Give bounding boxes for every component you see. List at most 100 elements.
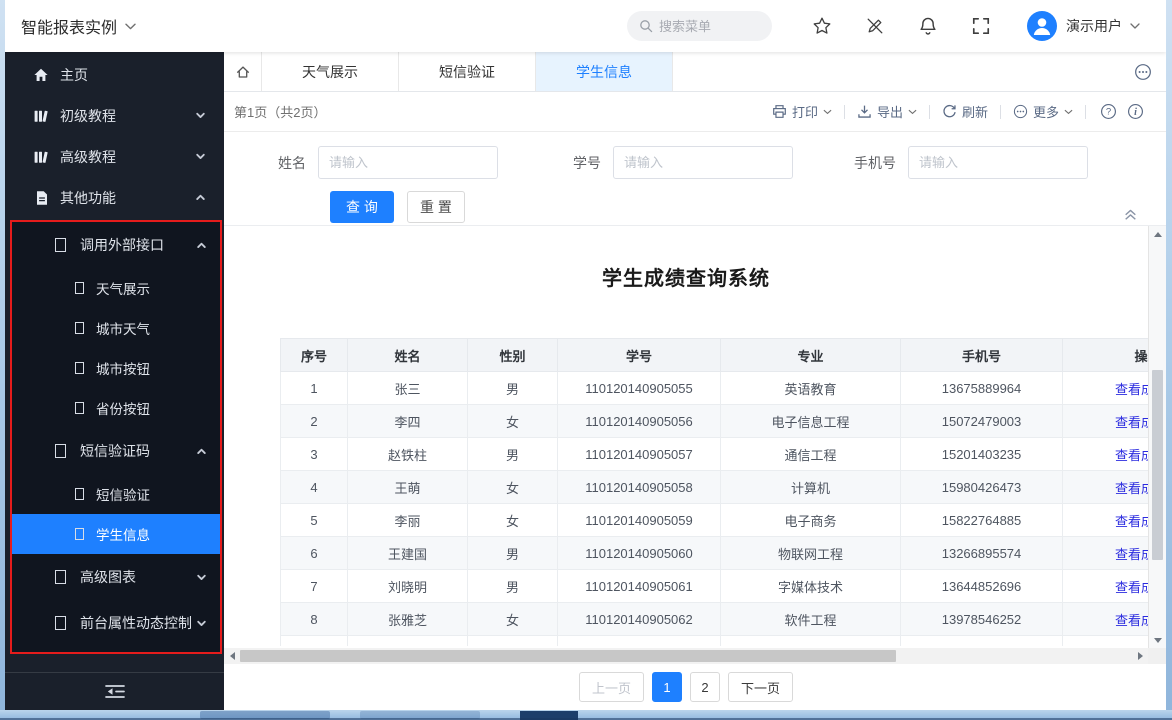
chevron-down-icon — [1130, 23, 1140, 29]
table-cell: 15072479003 — [900, 404, 1063, 438]
export-label: 导出 — [876, 105, 903, 120]
reset-button[interactable]: 重 置 — [407, 191, 465, 223]
next-page-button[interactable]: 下一页 — [728, 672, 794, 702]
filter-buttons: 查 询 重 置 — [330, 191, 465, 223]
user-menu[interactable]: 演示用户 — [1027, 11, 1140, 41]
chevron-down-icon — [125, 23, 136, 30]
page-button-2[interactable]: 2 — [690, 672, 720, 702]
table-cell: 110120140905057 — [557, 437, 721, 471]
sidebar-item-advanced-charts[interactable]: 高级图表 — [12, 554, 220, 600]
chevron-up-icon — [196, 240, 207, 251]
help-button[interactable]: ? — [1100, 103, 1117, 120]
report-toolbar: 第1页（共2页） 打印 导出 刷新 更多 ? i — [224, 92, 1166, 132]
sidebar-item-weather-display[interactable]: 天气展示 — [12, 268, 220, 308]
sidebar-item-label: 短信验证码 — [80, 443, 150, 459]
notification-bell-icon[interactable] — [918, 16, 938, 36]
table-cell: 软件工程 — [720, 602, 901, 636]
sidebar-item-sms-code[interactable]: 短信验证码 — [12, 428, 220, 474]
chevron-up-icon — [196, 446, 207, 457]
sidebar-item-sms-verify[interactable]: 短信验证 — [12, 474, 220, 514]
scroll-down-arrow[interactable] — [1149, 632, 1166, 648]
vertical-scroll-thumb[interactable] — [1152, 370, 1163, 560]
printer-icon — [772, 104, 787, 119]
refresh-button[interactable]: 刷新 — [942, 102, 988, 121]
tab-more-button[interactable] — [1134, 63, 1152, 81]
table-cell — [467, 635, 558, 646]
fullscreen-icon[interactable] — [971, 16, 991, 36]
table-cell: 15822764885 — [900, 503, 1063, 537]
pencil-slash-icon[interactable] — [865, 16, 885, 36]
tab-home[interactable] — [224, 52, 262, 91]
table-row: 5李丽女110120140905059电子商务15822764885查看成绩单 — [280, 503, 1166, 537]
table-cell: 110120140905059 — [557, 503, 721, 537]
table-cell: 110120140905062 — [557, 602, 721, 636]
sidebar-item-province-button[interactable]: 省份按钮 — [12, 388, 220, 428]
chevron-down-icon — [1064, 109, 1073, 115]
menu-search[interactable] — [627, 11, 772, 41]
table-cell: 1 — [280, 371, 348, 405]
sidebar-item-frontend-dynamic-control[interactable]: 前台属性动态控制 — [12, 600, 220, 646]
tab-student-info[interactable]: 学生信息 — [536, 52, 673, 91]
sidebar-item-advanced-tutorial[interactable]: 高级教程 — [5, 136, 224, 177]
divider — [843, 104, 845, 119]
tab-weather-display[interactable]: 天气展示 — [262, 52, 399, 91]
table-cell: 男 — [467, 569, 558, 603]
student-no-input[interactable] — [613, 146, 793, 179]
scroll-up-arrow[interactable] — [1149, 226, 1166, 242]
sidebar-item-label: 高级教程 — [60, 148, 116, 165]
sidebar-item-other-functions[interactable]: 其他功能 — [5, 177, 224, 218]
horizontal-scroll-thumb[interactable] — [240, 650, 896, 662]
placeholder-box-icon — [75, 402, 84, 414]
divider — [928, 104, 930, 119]
search-button[interactable]: 查 询 — [330, 191, 394, 223]
scroll-left-arrow[interactable] — [224, 648, 240, 664]
sidebar-item-external-api[interactable]: 调用外部接口 — [12, 222, 220, 268]
search-input[interactable] — [659, 18, 759, 34]
page-button-1[interactable]: 1 — [652, 672, 682, 702]
tab-sms-verify[interactable]: 短信验证 — [399, 52, 536, 91]
export-button[interactable]: 导出 — [857, 102, 917, 121]
more-button[interactable]: 更多 — [1013, 102, 1073, 121]
print-button[interactable]: 打印 — [772, 102, 832, 121]
ellipsis-circle-icon — [1013, 104, 1028, 119]
info-button[interactable]: i — [1127, 103, 1144, 120]
home-outline-icon — [235, 64, 251, 80]
scroll-right-arrow[interactable] — [1132, 648, 1148, 664]
phone-input[interactable] — [908, 146, 1088, 179]
sidebar-item-city-button[interactable]: 城市按钮 — [12, 348, 220, 388]
collapse-panel-icon[interactable] — [1123, 208, 1138, 221]
app-switcher[interactable]: 智能报表实例 — [21, 14, 136, 38]
column-header: 专业 — [720, 338, 901, 372]
doc-icon — [32, 190, 50, 206]
table-cell: 男 — [467, 536, 558, 570]
field-phone: 手机号 — [854, 146, 1149, 179]
students-table: 序号姓名性别学号专业手机号操作 1张三男110120140905055英语教育1… — [280, 338, 1166, 646]
table-cell: 13644852696 — [900, 569, 1063, 603]
name-input[interactable] — [318, 146, 498, 179]
table-cell: 110120140905058 — [557, 470, 721, 504]
placeholder-box-icon — [55, 616, 66, 630]
toolbar-actions: 打印 导出 刷新 更多 ? i — [772, 102, 1144, 121]
table-cell: 物联网工程 — [720, 536, 901, 570]
table-cell: 刘晓明 — [347, 569, 468, 603]
sidebar-item-student-info[interactable]: 学生信息 — [12, 514, 220, 554]
divider — [999, 104, 1001, 119]
horizontal-scrollbar[interactable] — [224, 648, 1148, 664]
print-label: 打印 — [791, 105, 818, 120]
menu-fold-icon — [104, 684, 126, 699]
sidebar: 主页 初级教程高级教程其他功能 调用外部接口 天气展示 城市天气 城市按钮 省份按钮短信验… — [5, 52, 224, 710]
table-cell: 王萌 — [347, 470, 468, 504]
sidebar-collapse-button[interactable] — [5, 672, 224, 710]
favorite-star-icon[interactable] — [812, 16, 832, 36]
table-cell: 英语教育 — [720, 371, 901, 405]
sidebar-item-home[interactable]: 主页 — [5, 54, 224, 95]
sidebar-item-city-weather[interactable]: 城市天气 — [12, 308, 220, 348]
prev-page-button[interactable]: 上一页 — [578, 672, 644, 702]
phone-label: 手机号 — [854, 154, 896, 171]
table-cell: 13675889964 — [900, 371, 1063, 405]
divider — [1085, 104, 1086, 119]
table-row: 1张三男110120140905055英语教育13675889964查看成绩单 — [280, 371, 1166, 405]
download-icon — [857, 104, 872, 119]
vertical-scrollbar[interactable] — [1148, 226, 1166, 648]
sidebar-item-basic-tutorial[interactable]: 初级教程 — [5, 95, 224, 136]
